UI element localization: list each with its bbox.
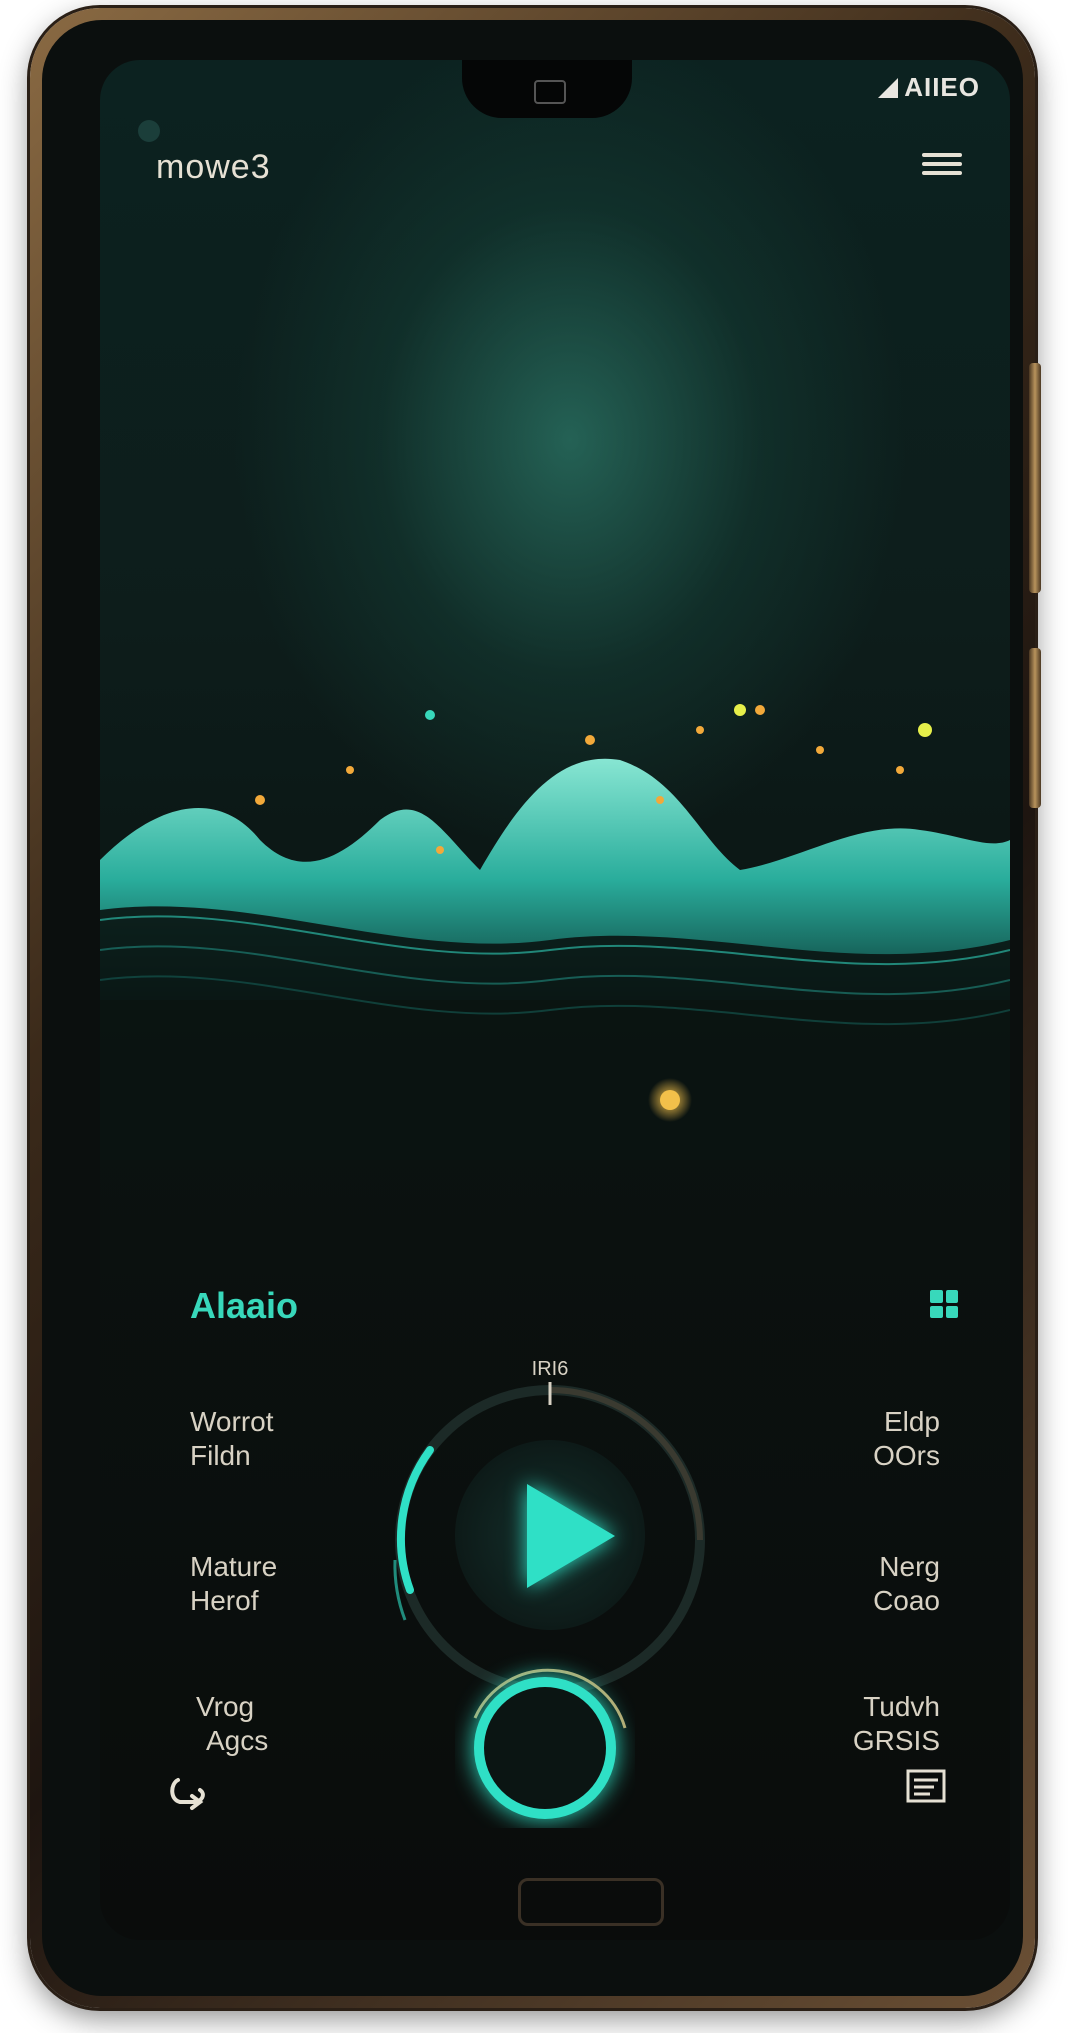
left-label-3[interactable]: Vrog Agcs [196,1690,268,1758]
left-label-1-line1: Worrot [190,1406,274,1437]
progress-arc [396,1446,434,1594]
home-button[interactable] [518,1878,664,1926]
status-text: AIIEO [904,72,980,102]
playlist-icon[interactable] [904,1765,952,1809]
right-label-3[interactable]: Tudvh GRSIS [853,1690,940,1758]
left-label-1-line2: Fildn [190,1440,251,1471]
right-label-1-line1: Eldp [883,1406,940,1437]
play-button[interactable] [455,1440,645,1630]
volume-button [1029,363,1041,593]
ring-record-icon[interactable] [455,1648,635,1828]
power-button [1029,648,1041,808]
signal-icon [878,77,899,98]
right-label-2[interactable]: Nerg Coao [873,1550,940,1618]
right-label-1-line2: OOrs [873,1440,940,1471]
notch [462,60,632,118]
grid-icon[interactable] [930,1290,958,1318]
right-label-2-line2: Coao [873,1585,940,1616]
right-label-3-line2: GRSIS [852,1725,940,1756]
front-camera-icon [138,120,160,142]
right-label-1[interactable]: Eldp OOrs [873,1405,940,1473]
notch-sensor-icon [534,80,566,104]
screen: AIIEO mowe3 Alaaio Worrot Fildn Mature H… [100,60,1010,1940]
hamburger-menu-icon[interactable] [922,148,962,182]
left-label-1[interactable]: Worrot Fildn [190,1405,274,1473]
left-label-2[interactable]: Mature Herof [190,1550,277,1618]
play-icon [527,1484,615,1588]
phone-frame: AIIEO mowe3 Alaaio Worrot Fildn Mature H… [30,8,1041,2008]
section-label: Alaaio [190,1285,299,1326]
loop-icon[interactable] [166,1770,210,1814]
left-label-2-line1: Mature [190,1551,278,1582]
right-label-2-line1: Nerg [879,1551,940,1582]
left-label-3-line2: Agcs [206,1725,269,1756]
status-bar: AIIEO [878,72,980,103]
left-label-2-line2: Herof [190,1585,259,1616]
left-label-3-line1: Vrog [196,1691,255,1722]
right-label-3-line1: Tudvh [863,1691,940,1722]
app-title: mowe3 [156,148,271,186]
waveform-landscape [100,704,1010,1160]
